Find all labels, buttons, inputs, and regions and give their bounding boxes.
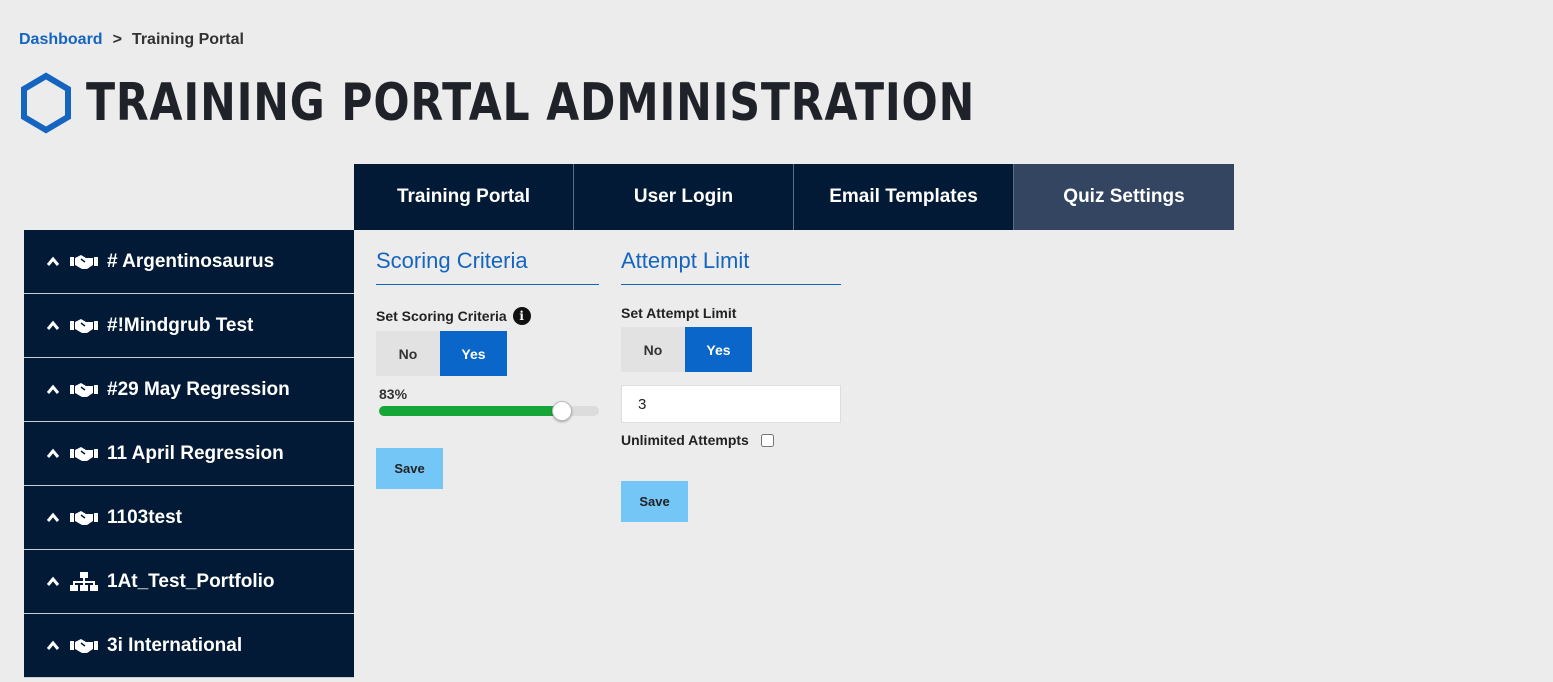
breadcrumb-dashboard-link[interactable]: Dashboard [19,31,103,49]
scoring-criteria-toggle: No Yes [376,331,599,376]
scoring-save-button[interactable]: Save [376,448,443,489]
scoring-slider-track[interactable] [379,401,599,421]
page-title: TRAINING PORTAL ADMINISTRATION [86,73,976,133]
sidebar-item-mindgrub-test[interactable]: #!Mindgrub Test [24,294,354,358]
scoring-no-option[interactable]: No [376,331,440,376]
tab-email-templates[interactable]: Email Templates [794,164,1014,230]
sidebar-item-3i-international[interactable]: 3i International [24,614,354,678]
handshake-icon [70,510,98,525]
handshake-icon [70,318,98,333]
attempt-limit-title: Attempt Limit [621,248,841,285]
attempt-limit-toggle: No Yes [621,327,841,372]
attempt-limit-panel: Attempt Limit Set Attempt Limit No Yes U… [621,248,841,522]
sidebar-item-label: 11 April Regression [107,442,284,464]
scoring-slider-fill [379,406,562,416]
sidebar-item-label: #!Mindgrub Test [107,314,254,336]
chevron-up-icon [46,576,60,586]
page-header: TRAINING PORTAL ADMINISTRATION [20,72,1170,134]
scoring-yes-option[interactable]: Yes [440,331,507,376]
chevron-up-icon [46,320,60,330]
sidebar-item-label: # Argentinosaurus [107,250,275,272]
attempt-yes-option[interactable]: Yes [685,327,752,372]
org-chart-icon [70,571,98,591]
breadcrumb-separator: > [112,31,122,48]
tab-training-portal[interactable]: Training Portal [354,164,574,230]
handshake-icon [70,254,98,269]
handshake-icon [70,638,98,653]
tab-bar: Training Portal User Login Email Templat… [354,164,1234,230]
attempt-no-option[interactable]: No [621,327,685,372]
scoring-criteria-title: Scoring Criteria [376,248,599,285]
handshake-icon [70,446,98,461]
sidebar-item-1103test[interactable]: 1103test [24,486,354,550]
attempt-save-button[interactable]: Save [621,481,688,522]
sidebar-item-label: #29 May Regression [107,378,290,400]
info-icon[interactable]: i [512,307,531,325]
hexagon-icon [21,72,71,134]
chevron-up-icon [46,384,60,394]
attempt-limit-input[interactable] [621,385,841,423]
tab-user-login[interactable]: User Login [574,164,794,230]
handshake-icon [70,382,98,397]
tab-quiz-settings[interactable]: Quiz Settings [1014,164,1234,230]
scoring-slider-thumb[interactable] [551,401,572,421]
set-scoring-criteria-text: Set Scoring Criteria [376,308,507,324]
sidebar-item-1at-test-portfolio[interactable]: 1At_Test_Portfolio [24,550,354,614]
sidebar-item-label: 1At_Test_Portfolio [107,570,275,592]
sidebar-item-label: 3i International [107,634,243,656]
sidebar-item-11-april-regression[interactable]: 11 April Regression [24,422,354,486]
breadcrumb: Dashboard > Training Portal [19,31,244,49]
chevron-up-icon [46,640,60,650]
scoring-slider: 83% [376,386,599,421]
chevron-up-icon [46,448,60,458]
sidebar-item-label: 1103test [107,506,183,528]
chevron-up-icon [46,512,60,522]
unlimited-attempts-label: Unlimited Attempts [621,432,749,448]
sidebar-item-29-may-regression[interactable]: #29 May Regression [24,358,354,422]
sidebar-item-argentinosaurus[interactable]: # Argentinosaurus [24,230,354,294]
set-scoring-criteria-label: Set Scoring Criteria i [376,307,599,325]
breadcrumb-current: Training Portal [131,31,244,48]
set-attempt-limit-label: Set Attempt Limit [621,305,737,321]
chevron-up-icon [46,256,60,266]
sidebar: # Argentinosaurus #!Mindgrub Test #29 Ma… [24,230,354,678]
scoring-criteria-panel: Scoring Criteria Set Scoring Criteria i … [376,248,599,489]
unlimited-attempts-checkbox[interactable] [760,433,774,447]
unlimited-attempts-row: Unlimited Attempts [621,432,841,448]
scoring-slider-value: 83% [379,386,408,402]
